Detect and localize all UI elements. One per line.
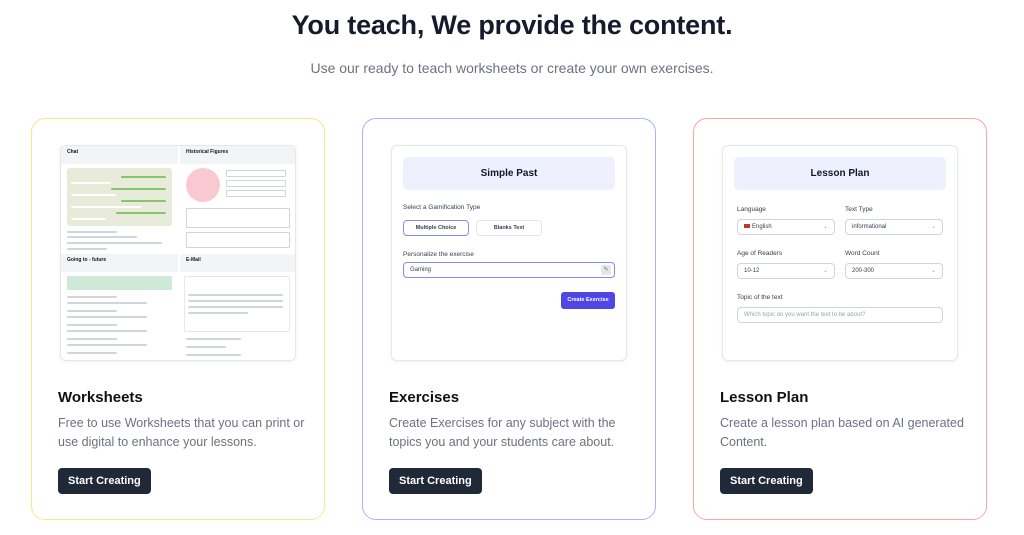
start-creating-lesson-plan-button[interactable]: Start Creating [720,468,813,494]
worksheet-going-to-title: Going to - future [67,257,107,263]
topic-label: Topic of the text [737,294,783,301]
page-title: You teach, We provide the content. [291,10,733,40]
exercises-card: Simple Past Select a Gamification Type M… [362,118,656,520]
worksheets-preview: Chat Historical Figures Going to - futur… [60,145,296,361]
chevron-down-icon: ⌄ [822,268,828,274]
topic-input[interactable]: Which topic do you want the text to be a… [737,307,943,323]
language-select[interactable]: English ⌄ [737,219,835,235]
card-description: Create Exercises for any subject with th… [389,416,616,449]
card-title: Exercises [389,389,460,406]
personalize-label: Personalize the exercise [403,251,474,258]
worksheet-chat-title: Chat [67,149,79,155]
worksheet-historical-thumb: Historical Figures [180,146,295,254]
create-exercise-button[interactable]: Create Exercise [561,292,615,309]
text-type-select[interactable]: informational ⌄ [845,219,943,235]
card-title: Worksheets [58,389,143,406]
text-type-value: informational [852,224,887,230]
personalize-input[interactable]: Gaming ✎ [403,262,615,278]
worksheets-card: Chat Historical Figures Going to - futur… [31,118,325,520]
chevron-down-icon: ⌄ [822,224,828,230]
start-creating-worksheets-button[interactable]: Start Creating [58,468,151,494]
age-value: 10-12 [744,268,760,274]
gamification-label: Select a Gamification Type [403,204,481,211]
lesson-plan-card: Lesson Plan Language English ⌄ Text Type… [693,118,987,520]
card-title: Lesson Plan [720,389,809,406]
lesson-plan-heading: Lesson Plan [734,157,946,190]
exercises-preview: Simple Past Select a Gamification Type M… [391,145,627,361]
edit-icon[interactable]: ✎ [601,265,611,275]
personalize-value: Gaming [410,267,432,273]
card-description: Free to use Worksheets that you can prin… [58,416,305,449]
word-count-value: 200-300 [852,268,875,274]
text-type-label: Text Type [845,206,873,213]
age-select[interactable]: 10-12 ⌄ [737,263,835,279]
worksheet-going-to-thumb: Going to - future [61,254,178,360]
worksheet-chat-thumb: Chat [61,146,178,254]
exercise-heading: Simple Past [403,157,615,190]
page-subtitle: Use our ready to teach worksheets or cre… [310,60,714,76]
chevron-down-icon: ⌄ [930,268,936,274]
blanks-text-option[interactable]: Blanks Text [476,220,542,236]
lesson-plan-preview: Lesson Plan Language English ⌄ Text Type… [722,145,958,361]
language-value: English [752,224,772,230]
age-label: Age of Readers [737,250,783,257]
worksheet-email-thumb: E-Mail [180,254,295,360]
word-count-label: Word Count [845,250,880,257]
card-description: Create a lesson plan based on AI generat… [720,416,964,449]
worksheet-email-title: E-Mail [186,257,201,263]
multiple-choice-option[interactable]: Multiple Choice [403,220,469,236]
start-creating-exercises-button[interactable]: Start Creating [389,468,482,494]
word-count-select[interactable]: 200-300 ⌄ [845,263,943,279]
language-label: Language [737,206,766,213]
worksheet-historical-title: Historical Figures [186,149,229,155]
flag-icon [744,224,750,228]
chevron-down-icon: ⌄ [930,224,936,230]
